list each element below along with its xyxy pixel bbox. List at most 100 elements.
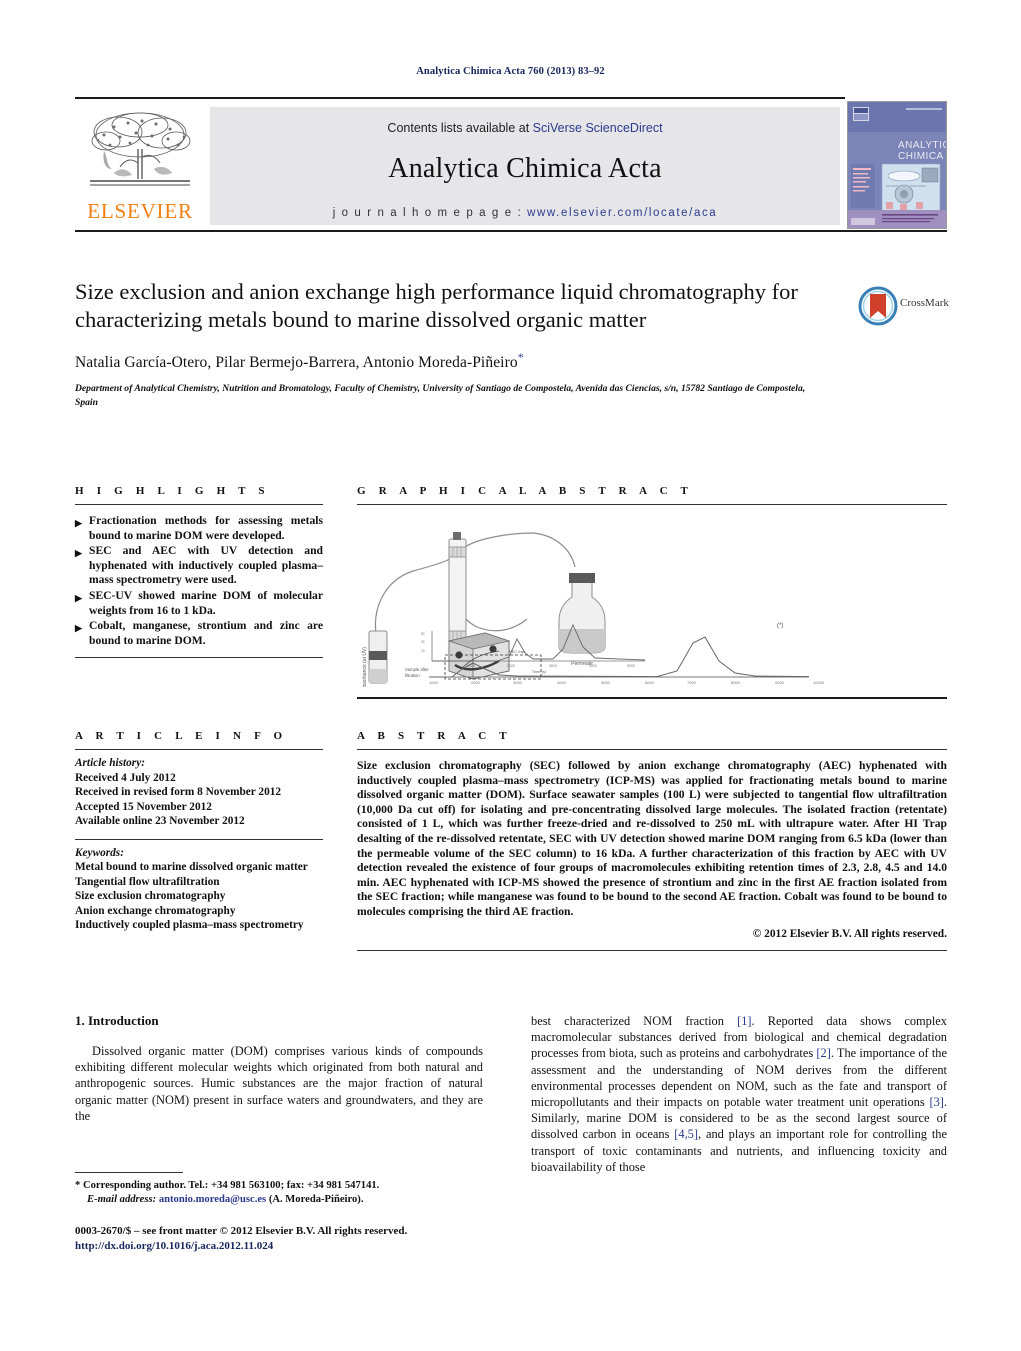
bullet-triangle-icon: ▶ bbox=[75, 592, 82, 603]
highlights-list: ▶ Fractionation methods for assessing met… bbox=[75, 505, 323, 648]
history-item: Received in revised form 8 November 2012 bbox=[75, 786, 282, 798]
abstract-heading: A B S T R A C T bbox=[357, 730, 512, 742]
journal-cover-art: ANALYTICA CHIMICA ACTA bbox=[848, 102, 946, 228]
footnote-block: * Corresponding author. Tel.: +34 981 56… bbox=[75, 1172, 483, 1207]
title-block: Size exclusion and anion exchange high p… bbox=[75, 278, 845, 409]
svg-text:30: 30 bbox=[421, 640, 425, 644]
journal-homepage-line: j o u r n a l h o m e p a g e : www.else… bbox=[210, 207, 840, 219]
history-item: Received 4 July 2012 bbox=[75, 771, 176, 784]
highlights-bottom-rule bbox=[75, 657, 323, 659]
highlight-text: SEC-UV showed marine DOM of molecular we… bbox=[89, 588, 323, 617]
crossmark-icon bbox=[858, 286, 898, 326]
journal-cover-thumbnail: ANALYTICA CHIMICA ACTA bbox=[847, 101, 947, 229]
list-item: ▶ SEC-UV showed marine DOM of molecular w… bbox=[75, 589, 323, 618]
sciencedirect-link[interactable]: SciVerse ScienceDirect bbox=[533, 121, 663, 135]
keywords-block: Keywords: Metal bound to marine dissolve… bbox=[75, 840, 323, 933]
issn-copyright-line: 0003-2670/$ – see front matter © 2012 El… bbox=[75, 1225, 408, 1237]
graphical-abstract-section: G R A P H I C A L A B S T R A C T Permea… bbox=[357, 485, 947, 699]
page-title: Size exclusion and anion exchange high p… bbox=[75, 279, 798, 332]
journal-title: Analytica Chimica Acta bbox=[388, 153, 662, 184]
article-history-block: Article history: Received 4 July 2012 Re… bbox=[75, 750, 323, 829]
abstract-section: A B S T R A C T Size exclusion chromatog… bbox=[357, 730, 947, 951]
email-line: E-mail address: antonio.moreda@usc.es (A… bbox=[75, 1193, 483, 1207]
citation-ref-4-5[interactable]: [4,5] bbox=[674, 1127, 698, 1141]
graphical-abstract-bottom-rule bbox=[357, 697, 947, 699]
svg-text:9000: 9000 bbox=[775, 680, 785, 685]
homepage-prefix: j o u r n a l h o m e p a g e : bbox=[332, 207, 528, 219]
list-item: ▶ Cobalt, manganese, strontium and zinc a… bbox=[75, 619, 323, 648]
section-title-introduction: 1. Introduction bbox=[75, 1013, 159, 1028]
graphical-abstract-heading: G R A P H I C A L A B S T R A C T bbox=[357, 485, 694, 497]
svg-text:5000: 5000 bbox=[627, 664, 635, 668]
masthead-bottom-rule bbox=[75, 230, 947, 232]
graphical-abstract-top-rule bbox=[357, 504, 947, 505]
crossmark-label: CrossMark bbox=[900, 297, 949, 309]
homepage-url[interactable]: www.elsevier.com/locate/aca bbox=[527, 207, 717, 219]
svg-text:ANALYTICA: ANALYTICA bbox=[898, 140, 946, 151]
svg-text:2000: 2000 bbox=[507, 664, 515, 668]
bullet-triangle-icon: ▶ bbox=[75, 518, 82, 528]
introduction-paragraph-left: Dissolved organic matter (DOM) comprises… bbox=[75, 1044, 483, 1123]
doi-link[interactable]: http://dx.doi.org/10.1016/j.aca.2012.11.… bbox=[75, 1239, 505, 1254]
svg-text:6000: 6000 bbox=[645, 680, 655, 685]
corresponding-author-note: * Corresponding author. Tel.: +34 981 56… bbox=[75, 1179, 483, 1207]
graphical-abstract-figure: Permeate Absorbance (at UV) 1000 2000 30… bbox=[357, 519, 947, 692]
list-item: ▶ Fractionation methods for assessing met… bbox=[75, 514, 323, 543]
corresponding-author-marker: * bbox=[517, 350, 524, 364]
email-address-label: E-mail address: bbox=[87, 1194, 157, 1205]
bullet-triangle-icon: ▶ bbox=[75, 548, 82, 559]
elsevier-wordmark: ELSEVIER bbox=[87, 199, 193, 223]
article-info-heading: A R T I C L E I N F O bbox=[75, 730, 288, 742]
running-head: Analytica Chimica Acta 760 (2013) 83–92 bbox=[416, 66, 605, 77]
y-axis-label-left: Absorbance (at UV) bbox=[362, 647, 368, 687]
svg-text:8000: 8000 bbox=[731, 680, 741, 685]
masthead-banner: Contents lists available at SciVerse Sci… bbox=[210, 107, 840, 225]
graphical-abstract-artwork: Permeate Absorbance (at UV) 1000 2000 30… bbox=[362, 532, 825, 692]
elsevier-tree-icon bbox=[90, 112, 191, 186]
list-item: ▶ SEC and AEC with UV detection and hyphe… bbox=[75, 544, 323, 588]
svg-text:CHIMICA ACTA: CHIMICA ACTA bbox=[898, 151, 946, 162]
contents-list-line: Contents lists available at SciVerse Sci… bbox=[210, 107, 840, 135]
authors-names: Natalia García-Otero, Pilar Bermejo-Barr… bbox=[75, 354, 518, 372]
svg-text:SEC frac.: SEC frac. bbox=[509, 649, 526, 654]
article-info-section: A R T I C L E I N F O Article history: R… bbox=[75, 730, 323, 933]
svg-text:10: 10 bbox=[421, 649, 425, 653]
citation-ref-2[interactable]: [2] bbox=[816, 1046, 830, 1060]
bullet-triangle-icon: ▶ bbox=[75, 623, 82, 634]
contents-prefix: Contents lists available at bbox=[387, 121, 533, 135]
abstract-copyright: © 2012 Elsevier B.V. All rights reserved… bbox=[752, 927, 947, 940]
paper-page: Analytica Chimica Acta 760 (2013) 83–92 bbox=[0, 0, 1021, 1351]
highlights-heading: H I G H L I G H T S bbox=[75, 485, 270, 497]
svg-text:3000: 3000 bbox=[513, 680, 523, 685]
highlight-text: Cobalt, manganese, strontium and zinc ar… bbox=[89, 619, 323, 647]
abstract-bottom-rule bbox=[357, 949, 947, 951]
introduction-paragraph-right: best characterized NOM fraction [1]. Rep… bbox=[531, 1013, 947, 1175]
email-link[interactable]: antonio.moreda@usc.es bbox=[159, 1194, 266, 1205]
history-item: Available online 23 November 2012 bbox=[75, 815, 245, 827]
keyword-item: Inductively coupled plasma–mass spectrom… bbox=[75, 919, 304, 931]
svg-text:filtration: filtration bbox=[405, 673, 420, 678]
introduction-column-right: best characterized NOM fraction [1]. Rep… bbox=[531, 1013, 947, 1175]
citation-ref-3[interactable]: [3] bbox=[929, 1095, 943, 1109]
citation-ref-1[interactable]: [1] bbox=[737, 1014, 751, 1028]
history-item: Accepted 15 November 2012 bbox=[75, 800, 212, 813]
article-history-label: Article history: bbox=[75, 757, 145, 769]
figure-marker: (*) bbox=[777, 623, 783, 629]
svg-text:4000: 4000 bbox=[557, 680, 567, 685]
affiliation: Department of Analytical Chemistry, Nutr… bbox=[75, 383, 806, 408]
footnote-rule bbox=[75, 1172, 183, 1173]
svg-text:7000: 7000 bbox=[687, 680, 697, 685]
sample-label: Sample after bbox=[405, 667, 429, 672]
masthead-top-rule bbox=[75, 97, 845, 99]
elsevier-logo: ELSEVIER bbox=[77, 107, 203, 227]
highlights-section: H I G H L I G H T S ▶ Fractionation metho… bbox=[75, 485, 323, 659]
svg-text:2000: 2000 bbox=[471, 680, 481, 685]
intro-text-1: best characterized NOM fraction bbox=[531, 1014, 738, 1028]
svg-text:4000: 4000 bbox=[589, 664, 597, 668]
svg-text:Time (s): Time (s) bbox=[532, 669, 547, 674]
svg-text:5000: 5000 bbox=[601, 680, 611, 685]
crossmark-badge[interactable]: CrossMark bbox=[858, 286, 958, 328]
keyword-item: Metal bound to marine dissolved organic … bbox=[75, 861, 308, 873]
frontmatter-block: 0003-2670/$ – see front matter © 2012 El… bbox=[75, 1224, 505, 1253]
highlight-text: Fractionation methods for assessing meta… bbox=[89, 514, 323, 542]
